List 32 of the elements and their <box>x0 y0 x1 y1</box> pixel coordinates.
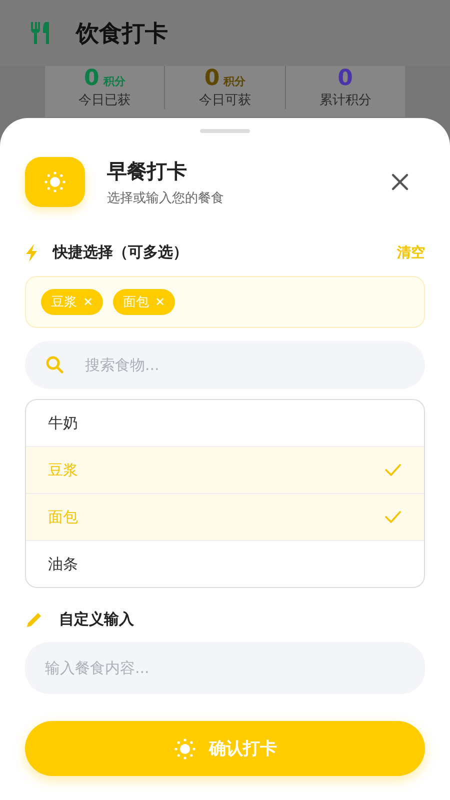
drag-handle[interactable] <box>200 129 250 133</box>
stat-label: 累计积分 <box>319 92 372 109</box>
section-title: 快捷选择（可多选） <box>53 243 189 262</box>
sun-icon <box>173 736 197 760</box>
food-option[interactable]: 油条 <box>26 540 424 587</box>
search-field[interactable]: 搜索食物... <box>25 341 425 389</box>
page-title: 饮食打卡 <box>76 20 168 48</box>
confirm-button[interactable]: 确认打卡 <box>25 721 425 776</box>
chip-label: 豆浆 <box>51 294 77 311</box>
clear-button[interactable]: 清空 <box>397 244 425 262</box>
check-icon <box>384 510 402 524</box>
points-unit: 积分 <box>224 74 246 89</box>
food-option[interactable]: 面包 <box>26 493 424 540</box>
stat-label: 今日可获 <box>198 92 251 109</box>
chip-label: 面包 <box>123 294 149 311</box>
meal-input-field[interactable]: 输入餐食内容... <box>25 642 425 694</box>
remove-button[interactable]: ✕ <box>155 295 165 309</box>
points-unit: 积分 <box>103 74 126 89</box>
points-value: 0 <box>204 66 220 91</box>
points-value: 0 <box>84 66 100 91</box>
check-icon <box>384 463 402 477</box>
sun-icon <box>43 170 67 194</box>
remove-button[interactable]: ✕ <box>83 295 93 309</box>
sheet-subtitle: 选择或输入您的餐食 <box>107 190 225 206</box>
lightning-icon <box>25 244 39 262</box>
section-title: 自定义输入 <box>59 610 135 629</box>
close-icon <box>391 173 409 191</box>
food-option[interactable]: 豆浆 <box>26 446 424 493</box>
sheet-title: 早餐打卡 <box>107 158 188 184</box>
stat-label: 今日已获 <box>78 92 131 109</box>
food-option[interactable]: 牛奶 <box>26 400 424 446</box>
points-value: 0 <box>338 66 353 91</box>
